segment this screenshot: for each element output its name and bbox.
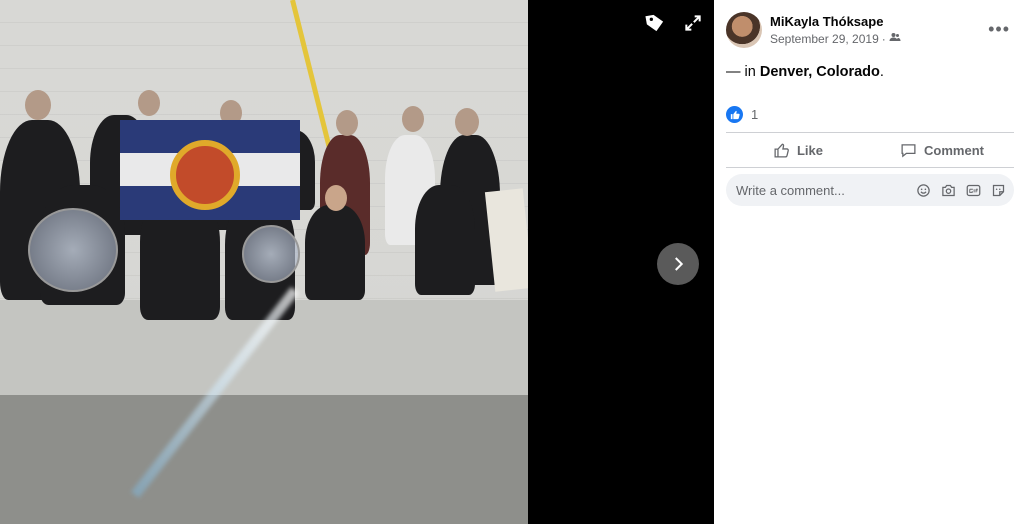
photo-shield bbox=[242, 225, 300, 283]
comment-label: Comment bbox=[924, 142, 984, 158]
photo-head bbox=[25, 90, 51, 120]
photo-viewer: MiKayla Thóksape September 29, 2019 · ••… bbox=[0, 0, 1024, 524]
like-reaction-icon bbox=[726, 106, 743, 123]
avatar[interactable] bbox=[726, 12, 762, 48]
chevron-right-icon bbox=[675, 257, 684, 271]
reactions-summary[interactable]: 1 bbox=[726, 106, 1014, 123]
camera-icon[interactable] bbox=[940, 182, 956, 198]
photo-head bbox=[402, 106, 424, 132]
post-text: — in Denver, Colorado. bbox=[726, 64, 1014, 80]
more-options-icon[interactable]: ••• bbox=[988, 20, 1010, 38]
post-header: MiKayla Thóksape September 29, 2019 · bbox=[726, 12, 1014, 48]
location-prefix: — in bbox=[726, 64, 760, 80]
thumbs-up-icon bbox=[774, 143, 789, 158]
comment-icon bbox=[901, 143, 916, 157]
location-link[interactable]: Denver, Colorado bbox=[760, 64, 880, 80]
photo-shield bbox=[28, 208, 118, 292]
like-button[interactable]: Like bbox=[726, 142, 870, 159]
photo-person bbox=[415, 185, 475, 295]
comment-input[interactable] bbox=[736, 182, 915, 198]
tag-icon-glyph bbox=[645, 14, 664, 32]
location-suffix: . bbox=[879, 64, 884, 80]
photo-person bbox=[305, 205, 365, 300]
expand-icon[interactable] bbox=[680, 10, 706, 36]
author-name[interactable]: MiKayla Thóksape bbox=[770, 14, 901, 29]
photo-head bbox=[336, 110, 358, 136]
sticker-glyph bbox=[992, 184, 1004, 196]
action-bar: Like Comment bbox=[726, 133, 1014, 167]
meta-separator: · bbox=[881, 31, 886, 46]
next-photo-button[interactable] bbox=[657, 243, 699, 285]
comment-button[interactable]: Comment bbox=[870, 142, 1014, 159]
like-label: Like bbox=[796, 142, 823, 158]
photo-road bbox=[0, 395, 528, 524]
comment-composer bbox=[726, 174, 1014, 206]
author-block: MiKayla Thóksape September 29, 2019 · bbox=[770, 14, 901, 46]
emoji-glyph bbox=[916, 183, 930, 197]
post-meta: September 29, 2019 · bbox=[770, 31, 901, 46]
photo-head bbox=[325, 185, 347, 211]
media-stage bbox=[0, 0, 714, 524]
emoji-icon[interactable] bbox=[915, 182, 931, 198]
friends-audience-glyph bbox=[889, 33, 901, 41]
sticker-icon[interactable] bbox=[990, 182, 1006, 198]
post-sidebar: MiKayla Thóksape September 29, 2019 · ••… bbox=[714, 0, 1024, 524]
comment-tools bbox=[915, 182, 1006, 198]
photo-head bbox=[138, 90, 160, 116]
camera-glyph bbox=[941, 184, 955, 196]
post-photo[interactable] bbox=[0, 0, 528, 524]
reaction-count: 1 bbox=[751, 107, 759, 122]
gif-icon[interactable] bbox=[965, 182, 981, 198]
friends-audience-icon[interactable] bbox=[889, 31, 901, 46]
gif-glyph bbox=[966, 184, 980, 196]
media-toolbar bbox=[642, 10, 706, 36]
post-date[interactable]: September 29, 2019 bbox=[770, 32, 879, 46]
like-reaction-glyph bbox=[730, 110, 740, 119]
expand-icon-glyph bbox=[685, 15, 701, 31]
photo-flag-emblem bbox=[170, 140, 240, 210]
photo-head bbox=[455, 108, 479, 136]
divider bbox=[726, 167, 1014, 168]
tag-icon[interactable] bbox=[642, 10, 668, 36]
